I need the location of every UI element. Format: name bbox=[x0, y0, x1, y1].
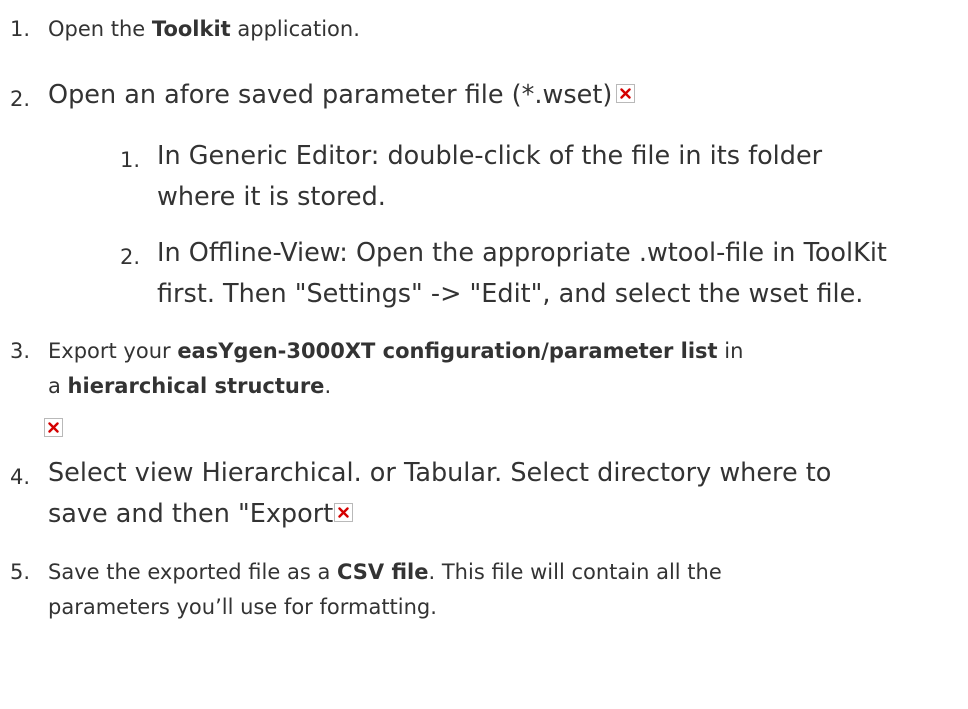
emphasis-text: CSV file bbox=[337, 560, 429, 584]
step-text-line: parameters you’ll use for formatting. bbox=[48, 595, 437, 619]
list-item: Select view Hierarchical. or Tabular. Se… bbox=[48, 453, 831, 535]
step-text: . This file will contain all the bbox=[428, 560, 722, 584]
document-body: 1. Open the Toolkit application. 2. Open… bbox=[0, 0, 968, 709]
list-number: 3. bbox=[9, 339, 30, 363]
list-item: Export your easYgen-3000XT configuration… bbox=[48, 334, 743, 404]
sublist-number: 1. bbox=[119, 148, 140, 172]
sublist-text-line: first. Then "Settings" -> "Edit", and se… bbox=[157, 279, 864, 309]
list-number: 4. bbox=[9, 465, 30, 489]
step-text: Open the bbox=[48, 17, 152, 41]
list-number: 1. bbox=[9, 17, 30, 41]
emphasis-text: hierarchical structure bbox=[67, 374, 325, 398]
sublist-text-line: In Generic Editor: double-click of the f… bbox=[157, 141, 823, 171]
step-text: . bbox=[324, 374, 332, 398]
emphasis-text: Toolkit bbox=[151, 17, 231, 41]
emphasis-text: easYgen-3000XT configuration/parameter l… bbox=[177, 339, 718, 363]
list-item: Open an afore saved parameter file (*.ws… bbox=[48, 75, 636, 116]
step-text: Export your bbox=[48, 339, 178, 363]
step-text-line: Select view Hierarchical. or Tabular. Se… bbox=[48, 458, 832, 488]
step-text: in bbox=[717, 339, 744, 363]
step-text: application. bbox=[230, 17, 360, 41]
list-number: 2. bbox=[9, 87, 30, 111]
sublist-item: In Generic Editor: double-click of the f… bbox=[157, 136, 822, 218]
step-text: a bbox=[48, 374, 68, 398]
step-text-line: save and then "Export bbox=[48, 499, 334, 529]
broken-image-icon bbox=[334, 503, 354, 522]
broken-image-icon bbox=[616, 84, 636, 103]
sublist-number: 2. bbox=[119, 245, 140, 269]
step-text: Open an afore saved parameter file (*.ws… bbox=[48, 80, 613, 110]
sublist-text-line: where it is stored. bbox=[157, 182, 386, 212]
broken-image-icon bbox=[44, 418, 63, 437]
step-text: Save the exported file as a bbox=[48, 560, 337, 584]
list-number: 5. bbox=[9, 560, 30, 584]
list-item: Open the Toolkit application. bbox=[48, 12, 360, 47]
sublist-text-line: In Offline-View: Open the appropriate .w… bbox=[157, 238, 887, 268]
list-item: Save the exported file as a CSV file. Th… bbox=[48, 555, 722, 625]
sublist-item: In Offline-View: Open the appropriate .w… bbox=[157, 233, 887, 315]
